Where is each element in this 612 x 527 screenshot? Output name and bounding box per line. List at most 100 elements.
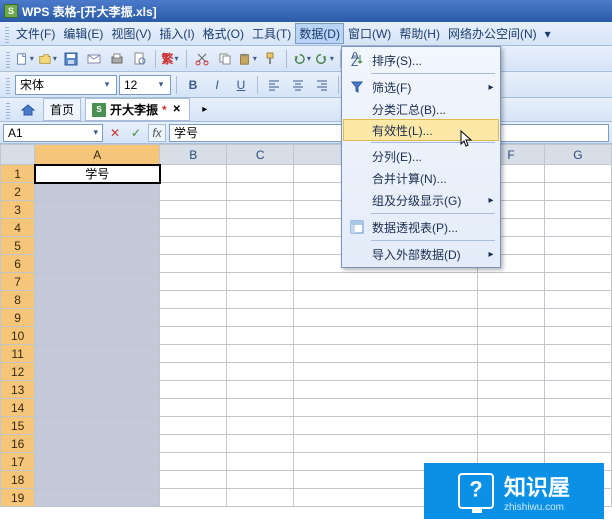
cell[interactable] — [227, 255, 294, 273]
cell[interactable] — [160, 219, 227, 237]
cell[interactable] — [478, 381, 545, 399]
row-header[interactable]: 5 — [1, 237, 35, 255]
menu-consolidate[interactable]: 合并计算(N)... — [343, 167, 499, 189]
cell[interactable] — [160, 489, 227, 507]
traditional-button[interactable]: 繁▾ — [160, 48, 182, 70]
print-button[interactable] — [106, 48, 128, 70]
cell[interactable] — [227, 363, 294, 381]
menu-insert[interactable]: 插入(I) — [155, 23, 198, 44]
cell[interactable] — [160, 345, 227, 363]
cell[interactable] — [227, 219, 294, 237]
menu-help[interactable]: 帮助(H) — [395, 23, 444, 44]
col-header-c[interactable]: C — [227, 145, 294, 165]
cell[interactable] — [160, 471, 227, 489]
cell[interactable] — [294, 417, 478, 435]
cell[interactable] — [35, 201, 160, 219]
cell[interactable] — [544, 237, 611, 255]
cell[interactable] — [227, 489, 294, 507]
cell[interactable] — [35, 291, 160, 309]
cell[interactable] — [294, 291, 478, 309]
cell[interactable] — [294, 327, 478, 345]
cell[interactable] — [544, 417, 611, 435]
row-header[interactable]: 10 — [1, 327, 35, 345]
row-header[interactable]: 14 — [1, 399, 35, 417]
row-header[interactable]: 13 — [1, 381, 35, 399]
cell[interactable] — [294, 381, 478, 399]
menu-subtotal[interactable]: 分类汇总(B)... — [343, 98, 499, 120]
cell[interactable]: 学号 — [35, 165, 160, 183]
cut-button[interactable] — [191, 48, 213, 70]
cell[interactable] — [544, 219, 611, 237]
row-header[interactable]: 6 — [1, 255, 35, 273]
open-button[interactable]: ▾ — [37, 48, 59, 70]
cell[interactable] — [160, 165, 227, 183]
underline-button[interactable]: U — [230, 74, 252, 96]
cell[interactable] — [160, 309, 227, 327]
align-left-button[interactable] — [263, 74, 285, 96]
cell[interactable] — [160, 237, 227, 255]
cell[interactable] — [35, 255, 160, 273]
font-input[interactable] — [20, 76, 100, 94]
cell[interactable] — [227, 273, 294, 291]
cell[interactable] — [35, 183, 160, 201]
menu-filter[interactable]: 筛选(F) ▸ — [343, 76, 499, 98]
cell[interactable] — [544, 327, 611, 345]
cell[interactable] — [35, 327, 160, 345]
menu-data[interactable]: 数据(D) — [295, 23, 344, 44]
cell[interactable] — [35, 237, 160, 255]
cell[interactable] — [227, 345, 294, 363]
row-header[interactable]: 8 — [1, 291, 35, 309]
bold-button[interactable]: B — [182, 74, 204, 96]
menu-more[interactable]: ▾ — [541, 25, 555, 43]
mail-button[interactable] — [83, 48, 105, 70]
cell[interactable] — [478, 399, 545, 417]
menu-view[interactable]: 视图(V) — [107, 23, 155, 44]
col-header-b[interactable]: B — [160, 145, 227, 165]
menu-format[interactable]: 格式(O) — [199, 23, 248, 44]
cell[interactable] — [160, 183, 227, 201]
row-header[interactable]: 7 — [1, 273, 35, 291]
cell[interactable] — [35, 489, 160, 507]
cell[interactable] — [160, 201, 227, 219]
cell[interactable] — [35, 435, 160, 453]
paste-button[interactable]: ▾ — [237, 48, 259, 70]
cell[interactable] — [35, 219, 160, 237]
cell[interactable] — [294, 345, 478, 363]
cell[interactable] — [227, 327, 294, 345]
row-header[interactable]: 19 — [1, 489, 35, 507]
cell[interactable] — [227, 183, 294, 201]
cell[interactable] — [160, 435, 227, 453]
tab-document[interactable]: S 开大李振 * ✕ — [85, 98, 190, 121]
toolbar-grip[interactable] — [6, 50, 10, 68]
cell[interactable] — [160, 381, 227, 399]
size-input[interactable] — [124, 76, 154, 94]
menu-net[interactable]: 网络办公空间(N) — [444, 23, 541, 44]
cell[interactable] — [35, 381, 160, 399]
fx-confirm-icon[interactable]: ✓ — [127, 122, 145, 144]
cell[interactable] — [544, 435, 611, 453]
cell[interactable] — [227, 417, 294, 435]
cell[interactable] — [35, 309, 160, 327]
menu-group[interactable]: 组及分级显示(G) ▸ — [343, 189, 499, 211]
cell[interactable] — [160, 453, 227, 471]
row-header[interactable]: 17 — [1, 453, 35, 471]
cell[interactable] — [544, 345, 611, 363]
cell[interactable] — [160, 327, 227, 345]
new-button[interactable]: ▾ — [14, 48, 36, 70]
menu-texttocolumns[interactable]: 分列(E)... — [343, 145, 499, 167]
cell[interactable] — [478, 345, 545, 363]
cell[interactable] — [478, 417, 545, 435]
cell[interactable] — [160, 417, 227, 435]
cell[interactable] — [160, 273, 227, 291]
cell[interactable] — [544, 309, 611, 327]
cell[interactable] — [294, 435, 478, 453]
copy-button[interactable] — [214, 48, 236, 70]
cell[interactable] — [35, 417, 160, 435]
cell[interactable] — [227, 201, 294, 219]
cell[interactable] — [227, 291, 294, 309]
row-header[interactable]: 3 — [1, 201, 35, 219]
col-header-a[interactable]: A — [35, 145, 160, 165]
size-combo[interactable]: ▾ — [119, 75, 171, 95]
cell[interactable] — [35, 453, 160, 471]
name-box[interactable]: A1▾ — [3, 124, 103, 142]
